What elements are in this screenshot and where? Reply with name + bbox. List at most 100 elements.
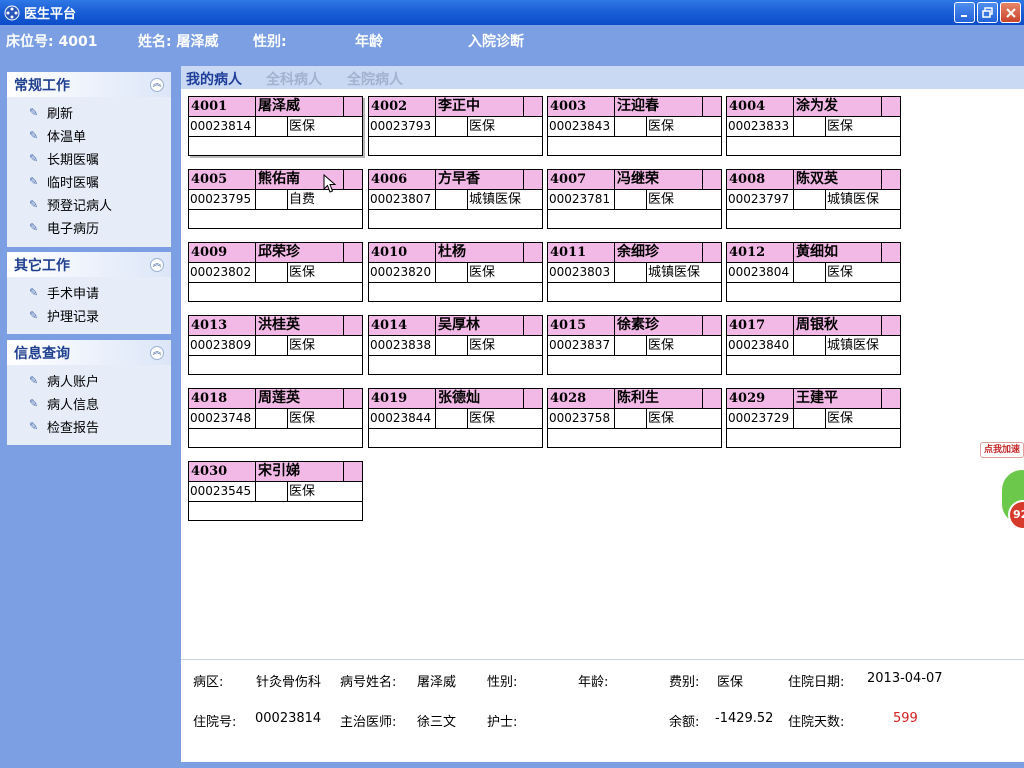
patient-name: 余细珍 xyxy=(615,243,703,262)
bed-number: 4008 xyxy=(727,170,794,189)
sidebar-item-exam-report[interactable]: ✎ 检查报告 xyxy=(7,415,171,438)
speedup-widget[interactable]: 点我加速 92 xyxy=(978,442,1024,538)
bed-card[interactable]: 4013 洪桂英 00023809 医保 xyxy=(188,315,363,375)
blank-cell xyxy=(436,409,468,428)
attending-doctor-value: 徐三文 xyxy=(417,715,457,730)
fee-type: 医保 xyxy=(648,119,675,134)
patient-scope-tabs: 我的病人 全科病人 全院病人 xyxy=(181,66,1024,89)
bed-card[interactable]: 4003 汪迎春 00023843 医保 xyxy=(547,96,722,156)
tab-department-patients[interactable]: 全科病人 xyxy=(266,69,322,89)
sidebar-item-emr[interactable]: ✎ 电子病历 xyxy=(7,216,171,239)
bed-card-details: 00023803 城镇医保 xyxy=(548,263,721,283)
bed-card-details: 00023809 医保 xyxy=(189,336,362,356)
bed-card[interactable]: 4017 周银秋 00023840 城镇医保 xyxy=(726,315,901,375)
hospital-days-value: 599 xyxy=(893,711,918,726)
patient-name: 屠泽威 xyxy=(256,97,344,116)
collapse-icon[interactable]: ︽ xyxy=(150,77,164,92)
blank-cell xyxy=(794,409,826,428)
sidebar-item-nursing-record[interactable]: ✎ 护理记录 xyxy=(7,304,171,327)
bed-card[interactable]: 4001 屠泽威 00023814 医保 xyxy=(188,96,363,156)
inpatient-id: 00023748 xyxy=(189,409,256,428)
bed-card[interactable]: 4004 涂为发 00023833 医保 xyxy=(726,96,901,156)
pencil-icon: ✎ xyxy=(29,174,39,188)
bed-card-details: 00023843 医保 xyxy=(548,117,721,137)
bed-card[interactable]: 4009 邱荣珍 00023802 医保 xyxy=(188,242,363,302)
bed-card-header: 4003 汪迎春 xyxy=(548,97,721,117)
sidebar-item-refresh[interactable]: ✎ 刷新 xyxy=(7,101,171,124)
fee-type: 医保 xyxy=(648,192,675,207)
inpatient-id: 00023807 xyxy=(369,190,436,209)
bed-card-details: 00023820 医保 xyxy=(369,263,542,283)
bed-card[interactable]: 4011 余细珍 00023803 城镇医保 xyxy=(547,242,722,302)
tab-my-patients[interactable]: 我的病人 xyxy=(186,69,242,89)
bed-card-details: 00023748 医保 xyxy=(189,409,362,429)
inpatient-id: 00023837 xyxy=(548,336,615,355)
bed-card[interactable]: 4029 王建平 00023729 医保 xyxy=(726,388,901,448)
bed-card[interactable]: 4002 李正中 00023793 医保 xyxy=(368,96,543,156)
patient-name-label: 姓名: 屠泽威 xyxy=(138,34,219,50)
panel-title: 常规工作 xyxy=(14,77,70,94)
nurse-label: 护士: xyxy=(487,715,518,730)
header-spacer xyxy=(344,97,362,116)
sidebar-item-temporary-orders[interactable]: ✎ 临时医嘱 xyxy=(7,170,171,193)
sidebar-item-temperature-chart[interactable]: ✎ 体温单 xyxy=(7,124,171,147)
bed-number: 4015 xyxy=(548,316,615,335)
bed-card-header: 4028 陈利生 xyxy=(548,389,721,409)
bed-number: 4001 xyxy=(189,97,256,116)
minimize-button[interactable] xyxy=(954,2,975,23)
bed-card[interactable]: 4015 徐素珍 00023837 医保 xyxy=(547,315,722,375)
collapse-icon[interactable]: ︽ xyxy=(150,345,164,360)
header-spacer xyxy=(344,243,362,262)
sidebar-item-patient-info[interactable]: ✎ 病人信息 xyxy=(7,392,171,415)
collapse-icon[interactable]: ︽ xyxy=(150,257,164,272)
patient-name-label: 病号姓名: xyxy=(340,675,397,690)
bed-card-header: 4019 张德灿 xyxy=(369,389,542,409)
sidebar-item-pre-register[interactable]: ✎ 预登记病人 xyxy=(7,193,171,216)
bed-number: 4019 xyxy=(369,389,436,408)
bed-card[interactable]: 4006 方早香 00023807 城镇医保 xyxy=(368,169,543,229)
fee-type: 医保 xyxy=(289,265,316,280)
app-icon xyxy=(4,5,20,20)
sidebar: 常规工作 ︽ ✎ 刷新 ✎ 体温单 ✎ 长期医嘱 ✎ 临时医嘱 ✎ 预登记病人 ✎ 电子病历… xyxy=(0,66,181,768)
bed-card[interactable]: 4028 陈利生 00023758 医保 xyxy=(547,388,722,448)
panel-header[interactable]: 常规工作 ︽ xyxy=(7,72,171,97)
bed-number: 4013 xyxy=(189,316,256,335)
pencil-icon: ✎ xyxy=(29,197,39,211)
maximize-button[interactable] xyxy=(977,2,998,23)
panel-header[interactable]: 其它工作 ︽ xyxy=(7,252,171,277)
inpatient-id: 00023843 xyxy=(548,117,615,136)
bed-card-details: 00023781 医保 xyxy=(548,190,721,210)
sidebar-item-surgery-request[interactable]: ✎ 手术申请 xyxy=(7,281,171,304)
bed-card[interactable]: 4018 周莲英 00023748 医保 xyxy=(188,388,363,448)
bed-card[interactable]: 4030 宋引娣 00023545 医保 xyxy=(188,461,363,521)
close-button[interactable] xyxy=(1000,2,1021,23)
inpatient-id: 00023729 xyxy=(727,409,794,428)
fee-type-label: 费别: xyxy=(669,675,700,690)
bed-card-header: 4030 宋引娣 xyxy=(189,462,362,482)
bed-card-details: 00023837 医保 xyxy=(548,336,721,356)
header-spacer xyxy=(882,170,900,189)
fee-type: 医保 xyxy=(469,338,496,353)
sidebar-item-patient-account[interactable]: ✎ 病人账户 xyxy=(7,369,171,392)
patient-name: 李正中 xyxy=(436,97,524,116)
tab-hospital-patients[interactable]: 全院病人 xyxy=(347,69,403,89)
bed-card-details: 00023758 医保 xyxy=(548,409,721,429)
bed-card[interactable]: 4008 陈双英 00023797 城镇医保 xyxy=(726,169,901,229)
patient-name: 周莲英 xyxy=(256,389,344,408)
bed-card[interactable]: 4012 黄细如 00023804 医保 xyxy=(726,242,901,302)
sidebar-item-long-term-orders[interactable]: ✎ 长期医嘱 xyxy=(7,147,171,170)
bed-card[interactable]: 4019 张德灿 00023844 医保 xyxy=(368,388,543,448)
speedup-bubble[interactable]: 点我加速 xyxy=(980,442,1024,458)
bed-card[interactable]: 4010 杜杨 00023820 医保 xyxy=(368,242,543,302)
panel-header[interactable]: 信息查询 ︽ xyxy=(7,340,171,365)
pencil-icon: ✎ xyxy=(29,396,39,410)
bed-card[interactable]: 4007 冯继荣 00023781 医保 xyxy=(547,169,722,229)
header-spacer xyxy=(703,243,721,262)
bed-grid: 4001 屠泽威 00023814 医保 4002 李正中 00023793 医保 4003 汪迎… xyxy=(181,89,1024,659)
status-strip xyxy=(0,762,1024,768)
ward-value: 针灸骨伤科 xyxy=(256,675,322,690)
fee-type: 医保 xyxy=(469,265,496,280)
pencil-icon: ✎ xyxy=(29,308,39,322)
inpatient-id: 00023804 xyxy=(727,263,794,282)
bed-card[interactable]: 4014 吴厚林 00023838 医保 xyxy=(368,315,543,375)
